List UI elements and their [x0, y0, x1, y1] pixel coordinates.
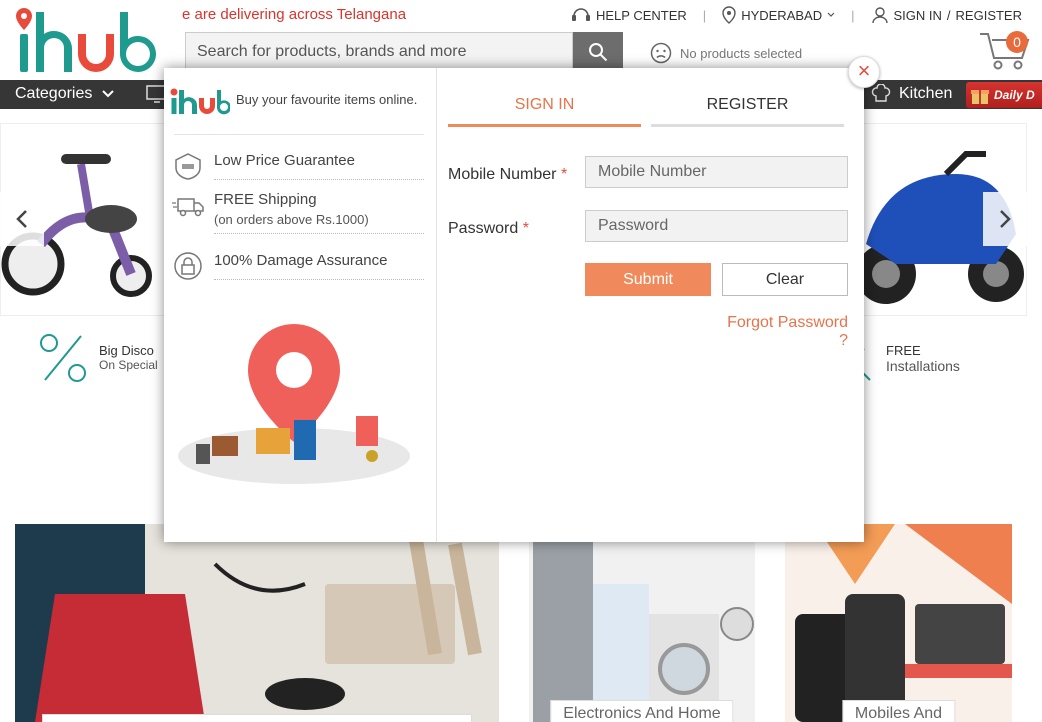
mobiles-image: [785, 524, 1012, 722]
chevron-right-icon: [1000, 210, 1011, 228]
banner-prev-button[interactable]: [0, 192, 44, 246]
location-label: HYDERABAD: [741, 7, 823, 23]
ihub-logo-small: [170, 88, 230, 115]
password-label-text: Password: [448, 220, 519, 237]
delivery-ticker: e are delivering across Telangana: [182, 6, 407, 23]
help-center-link[interactable]: HELP CENTER: [571, 6, 687, 24]
chevron-down-icon: [827, 12, 835, 17]
mobile-label-text: Mobile Number: [448, 166, 557, 183]
categories-menu[interactable]: Categories: [15, 85, 169, 103]
usp-discounts-title: Big Disco: [99, 343, 154, 358]
required-mark: *: [522, 220, 529, 237]
tile-electronics[interactable]: Electronics And Home: [529, 524, 755, 722]
feature-low-price: Low Price Guarantee: [172, 152, 424, 180]
search-icon: [589, 43, 608, 62]
password-input[interactable]: Password: [585, 210, 848, 242]
truck-icon: [172, 198, 204, 217]
percent-icon: [40, 334, 86, 382]
divider: [174, 134, 424, 135]
register-link[interactable]: REGISTER: [956, 8, 1022, 23]
modal-promo-header: Buy your favourite items online.: [170, 88, 424, 116]
tile-electronics-label: Electronics And Home: [550, 700, 734, 722]
help-center-label: HELP CENTER: [596, 7, 687, 23]
shield-lock-icon: [174, 252, 202, 280]
tile-fashion[interactable]: [15, 524, 499, 722]
mobile-number-label: Mobile Number *: [448, 166, 567, 184]
modal-promo-panel: Buy your favourite items online. Low Pri…: [164, 68, 437, 542]
tab-register[interactable]: REGISTER: [651, 96, 844, 127]
kitchen-label: Kitchen: [899, 85, 953, 102]
usp-discounts-sub: On Special: [99, 358, 158, 372]
tab-sign-in[interactable]: SIGN IN: [448, 96, 641, 127]
modal-close-button[interactable]: ×: [848, 56, 880, 88]
location-selector[interactable]: HYDERABAD: [722, 6, 835, 24]
chef-hat-icon: [871, 84, 891, 102]
gift-icon: [971, 90, 989, 104]
nav-item-daily-deals[interactable]: Daily D: [966, 82, 1042, 108]
sign-in-link[interactable]: SIGN IN: [894, 8, 942, 23]
mobile-number-input[interactable]: Mobile Number: [585, 156, 848, 188]
electronics-image: [529, 524, 755, 722]
nav-item-kitchen[interactable]: Kitchen: [871, 84, 952, 104]
clear-button[interactable]: Clear: [722, 263, 848, 296]
usp-discounts: Big Disco On Special: [37, 332, 158, 384]
cart-count-badge: 0: [1006, 31, 1028, 53]
compare-status: No products selected: [650, 42, 802, 64]
usp-installations-sub: Installations: [886, 358, 960, 374]
fashion-image: [15, 524, 499, 722]
feature-low-price-label: Low Price Guarantee: [214, 152, 424, 180]
shopping-pin-illustration: [178, 324, 410, 484]
required-mark: *: [560, 166, 568, 183]
top-links: HELP CENTER | HYDERABAD | SIGN IN / REGI…: [571, 6, 1022, 24]
forgot-password-link[interactable]: Forgot Password ?: [714, 314, 848, 350]
categories-label: Categories: [15, 85, 93, 102]
chevron-down-icon: [102, 90, 115, 98]
login-modal: Buy your favourite items online. Low Pri…: [164, 56, 880, 542]
submit-button[interactable]: Submit: [585, 263, 711, 296]
banner-next-button[interactable]: [983, 192, 1027, 246]
ihub-logo[interactable]: [14, 6, 168, 76]
free-shipping-condition: (on orders above Rs.1000): [214, 212, 369, 227]
search-button[interactable]: [573, 32, 623, 72]
slash-separator: /: [946, 7, 951, 23]
feature-damage-assurance: 100% Damage Assurance: [172, 252, 424, 280]
sad-face-icon: [650, 42, 672, 64]
free-shipping-title: FREE Shipping: [214, 191, 317, 208]
password-label: Password *: [448, 220, 529, 238]
modal-tagline: Buy your favourite items online.: [236, 92, 418, 107]
badge-icon: [175, 153, 201, 180]
mobile-placeholder: Mobile Number: [598, 163, 707, 180]
search-input[interactable]: Search for products, brands and more: [185, 32, 573, 72]
separator: |: [851, 7, 855, 23]
password-placeholder: Password: [598, 217, 669, 234]
user-icon: [871, 7, 888, 24]
tile-mobiles[interactable]: Mobiles And: [785, 524, 1012, 722]
separator: |: [702, 7, 707, 23]
feature-free-shipping-label: FREE Shipping (on orders above Rs.1000): [214, 191, 424, 234]
feature-free-shipping: FREE Shipping (on orders above Rs.1000): [172, 191, 424, 234]
usp-installations-title: FREE: [886, 343, 921, 358]
location-pin-icon: [722, 6, 736, 24]
account-links: SIGN IN / REGISTER: [871, 6, 1022, 24]
headset-icon: [572, 8, 590, 21]
daily-deals-label: Daily D: [994, 88, 1035, 102]
feature-damage-assurance-label: 100% Damage Assurance: [214, 252, 424, 280]
no-products-label: No products selected: [680, 45, 803, 61]
chevron-left-icon: [16, 210, 27, 228]
tile-mobiles-label: Mobiles And: [841, 700, 956, 722]
tile-fashion-label: [42, 714, 472, 722]
search-placeholder: Search for products, brands and more: [197, 43, 467, 60]
